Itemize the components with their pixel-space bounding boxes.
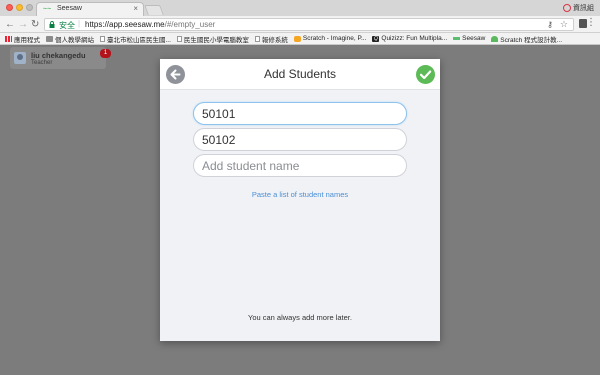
url-separator: | (78, 19, 81, 28)
tab-title: Seesaw (57, 5, 82, 12)
profile-chip[interactable]: 資訊組 (563, 3, 594, 13)
tab-strip: ~~ Seesaw × 資訊組 (0, 0, 600, 16)
user-card[interactable]: liu chekangedu Teacher 1 (10, 47, 111, 69)
folder-icon (46, 35, 53, 42)
seesaw-icon (453, 37, 461, 40)
bookmark-seesaw[interactable]: Seesaw (453, 35, 485, 42)
forward-arrow-icon[interactable]: → (18, 19, 28, 30)
bookmark-scratch[interactable]: Scratch - Imagine, P... (293, 35, 366, 42)
quizizz-icon: Q (372, 35, 380, 42)
student-name-input-3[interactable] (193, 154, 407, 177)
bookmarks-bar: 應用程式 個人教學網站 臺北市松山區民生國... 民生國民小學電腦教室 報修系統… (0, 33, 600, 45)
tab-seesaw[interactable]: ~~ Seesaw × (36, 2, 144, 16)
profile-label: 資訊組 (573, 5, 594, 12)
bookmark-songshan[interactable]: 臺北市松山區民生國... (100, 34, 171, 44)
bookmark-scratch-tutorial[interactable]: Scratch 程式設計教... (491, 34, 562, 44)
dialog-header: Add Students (160, 59, 440, 90)
footer-note: You can always add more later. (248, 313, 352, 322)
close-tab-icon[interactable]: × (133, 4, 138, 13)
page-icon (100, 35, 105, 42)
reload-icon[interactable]: ↻ (31, 19, 39, 30)
bookmark-apps[interactable]: 應用程式 (5, 34, 40, 44)
user-name: liu chekangedu (31, 51, 86, 60)
browser-toolbar: ← → ↻ 安全 | https://app.seesaw.me/#/empty… (0, 16, 600, 33)
bookmark-computer-lab[interactable]: 民生國民小學電腦教室 (176, 34, 249, 44)
dialog-title: Add Students (263, 67, 337, 81)
add-students-dialog: Add Students Paste a list of student nam… (160, 59, 440, 341)
page-icon (176, 35, 182, 42)
scratch-cat-icon (491, 35, 499, 42)
close-window-button[interactable] (6, 4, 13, 11)
zoom-window-button[interactable] (26, 4, 33, 11)
avatar (14, 52, 26, 64)
browser-menu-icon[interactable]: ⋮ (586, 18, 596, 28)
done-button[interactable] (416, 65, 435, 84)
page-icon (254, 35, 260, 42)
student-name-input-2[interactable] (193, 128, 407, 151)
profile-icon (563, 4, 571, 12)
new-tab-button[interactable] (144, 5, 164, 15)
secure-label: 安全 (59, 21, 75, 30)
bookmark-repair-system[interactable]: 報修系統 (254, 34, 288, 44)
bookmark-quizizz[interactable]: Q Quizizz: Fun Multipla... (372, 35, 447, 42)
minimize-window-button[interactable] (16, 4, 23, 11)
bookmark-star-icon[interactable]: ☆ (560, 19, 568, 30)
lock-icon (49, 21, 55, 28)
user-role: Teacher (31, 60, 53, 66)
back-arrow-icon[interactable]: ← (5, 19, 15, 30)
checkmark-icon (419, 70, 432, 80)
key-icon[interactable]: ⚷ (547, 20, 553, 29)
bookmark-personal-site[interactable]: 個人教學網站 (46, 34, 94, 44)
seesaw-favicon-icon: ~~ (43, 6, 52, 13)
paste-list-link[interactable]: Paste a list of student names (160, 190, 440, 199)
url-text: https://app.seesaw.me/#/empty_user (85, 20, 216, 29)
address-bar[interactable]: 安全 | https://app.seesaw.me/#/empty_user … (44, 18, 574, 31)
notification-badge[interactable]: 1 (100, 49, 111, 58)
scratch-icon (293, 35, 301, 42)
apps-grid-icon (5, 35, 12, 42)
student-name-input-1[interactable] (193, 102, 407, 125)
